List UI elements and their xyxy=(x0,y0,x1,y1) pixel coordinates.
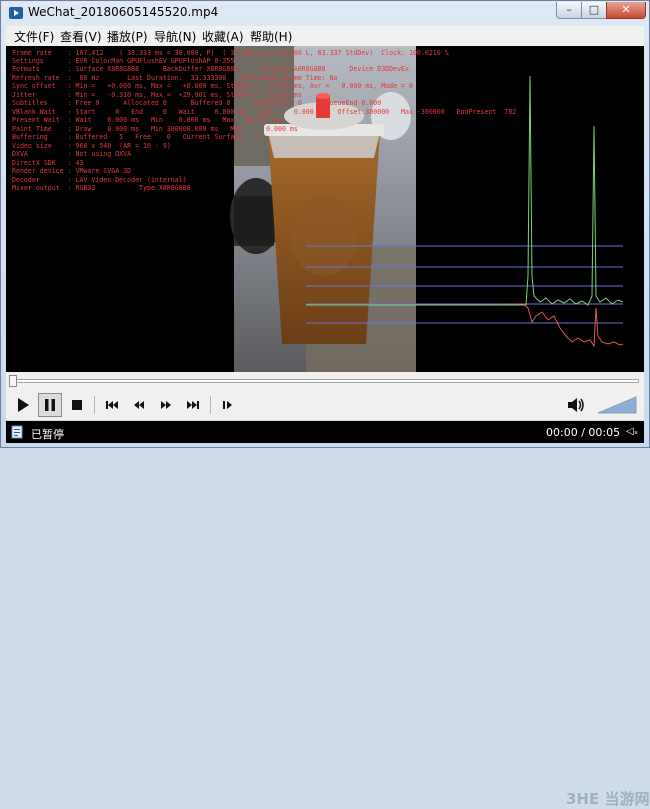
volume-icon[interactable] xyxy=(566,395,586,415)
separator xyxy=(210,396,211,414)
skip-back-icon xyxy=(106,401,118,409)
skip-forward-icon xyxy=(187,401,199,409)
frame-step-icon xyxy=(223,401,232,409)
playback-status: 已暂停 xyxy=(31,428,64,441)
seek-bar[interactable] xyxy=(6,372,644,390)
rewind-button[interactable] xyxy=(127,393,151,417)
menu-help[interactable]: 帮助(H) xyxy=(250,28,292,45)
watermark: 3HE 当游网 xyxy=(566,790,650,808)
control-bar: 3HE 当游网 xyxy=(6,390,649,808)
player-window: WeChat_20180605145520.mp4 – □ ✕ 文件(F) 查看… xyxy=(0,0,650,808)
elapsed-time: 00:00 xyxy=(546,426,578,439)
video-area[interactable]: Frame rate : 107.412 ( 33.333 ms = 30.00… xyxy=(6,46,644,372)
time-display: 00:00 / 00:05 xyxy=(546,426,620,439)
stats-line: Mixer output : RGB32 Type X8R8G8B8 xyxy=(12,184,191,192)
minimize-button[interactable]: – xyxy=(556,2,582,19)
app-icon xyxy=(9,7,23,19)
pause-icon xyxy=(45,399,55,411)
stats-line: Sync offset : Min = +0.000 ms, Max = +0.… xyxy=(12,82,413,90)
stats-line: Present Wait : Wait 0.000 ms Min 0.000 m… xyxy=(12,116,282,124)
seek-track[interactable] xyxy=(11,379,639,383)
stop-icon xyxy=(72,400,82,410)
fast-forward-button[interactable] xyxy=(154,393,178,417)
stats-line: Subtitles : Free 0 Allocated 0 Buffered … xyxy=(12,99,382,107)
fast-forward-icon xyxy=(161,401,171,409)
total-time: 00:05 xyxy=(588,426,621,439)
menu-navigate[interactable]: 导航(N) xyxy=(154,28,196,45)
render-stats-overlay: Frame rate : 107.412 ( 33.333 ms = 30.00… xyxy=(6,46,644,372)
frame-step-button[interactable] xyxy=(216,393,240,417)
mute-indicator: ◁ₓ xyxy=(626,426,639,437)
window-title: WeChat_20180605145520.mp4 xyxy=(28,5,219,19)
stats-line: Render device : VMware SVGA 3D xyxy=(12,167,132,175)
maximize-button[interactable]: □ xyxy=(581,2,607,19)
close-button[interactable]: ✕ xyxy=(606,2,646,19)
stop-button[interactable] xyxy=(65,393,89,417)
stats-line: DXVA : Not using DXVA xyxy=(12,150,132,158)
volume-slider[interactable] xyxy=(596,393,640,417)
pause-button[interactable] xyxy=(38,393,62,417)
play-icon xyxy=(18,398,29,412)
document-icon xyxy=(11,425,23,439)
play-button[interactable] xyxy=(11,393,35,417)
next-button[interactable] xyxy=(181,393,205,417)
stats-line: Formats : Surface X8R8G8B8 Backbuffer X8… xyxy=(12,65,409,73)
rewind-icon xyxy=(134,401,144,409)
seek-thumb[interactable] xyxy=(9,375,17,387)
status-bar: 已暂停 00:00 / 00:05 ◁ₓ xyxy=(6,421,644,443)
title-bar[interactable]: WeChat_20180605145520.mp4 – □ ✕ xyxy=(1,1,649,25)
menu-bar: 文件(F) 查看(V) 播放(P) 导航(N) 收藏(A) 帮助(H) xyxy=(6,26,644,46)
menu-play[interactable]: 播放(P) xyxy=(107,28,148,45)
previous-button[interactable] xyxy=(100,393,124,417)
menu-view[interactable]: 查看(V) xyxy=(60,28,102,45)
menu-file[interactable]: 文件(F) xyxy=(14,28,54,45)
menu-favorites[interactable]: 收藏(A) xyxy=(202,28,244,45)
separator xyxy=(94,396,95,414)
time-separator: / xyxy=(577,426,589,439)
stats-line: Buffering : Buffered 5 Free 0 Current Su… xyxy=(12,133,259,141)
